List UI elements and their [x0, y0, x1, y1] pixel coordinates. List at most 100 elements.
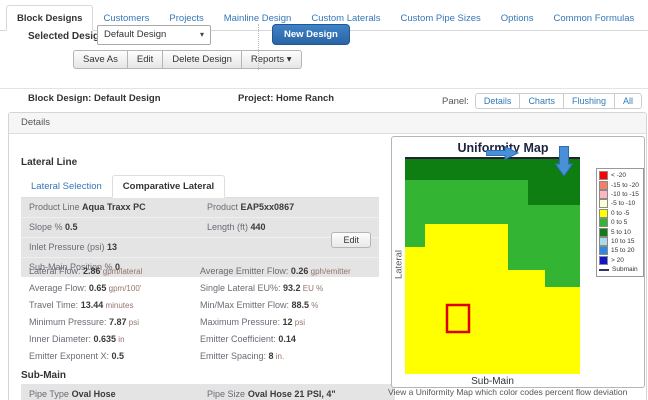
new-design-button[interactable]: New Design: [272, 24, 350, 45]
stat-cell: Emitter Exponent X: 0.5: [29, 351, 200, 362]
emitter-coefficient-label: Emitter Coefficient:: [200, 334, 278, 344]
tab-help[interactable]: Help: [644, 6, 648, 30]
slope-label: Slope %: [29, 222, 65, 232]
block-design-info: Block Design: Default Design: [28, 93, 161, 104]
legend-label: -5 to -10: [611, 200, 635, 207]
legend-label: Submain: [612, 266, 638, 273]
average-emitter-flow-unit: gph/emitter: [308, 267, 350, 276]
slope-value: 0.5: [65, 222, 78, 232]
min-max-emitter-flow-label: Min/Max Emitter Flow:: [200, 300, 292, 310]
single-lateral-eu-unit: EU %: [301, 284, 324, 293]
info-bar: Block Design: Default Design Project: Ho…: [0, 93, 648, 111]
tab-common-formulas[interactable]: Common Formulas: [544, 6, 645, 30]
minimum-pressure-unit: psi: [127, 318, 139, 327]
legend-item-20: < -20: [599, 171, 641, 180]
design-dropdown[interactable]: Default Design ▾: [97, 25, 211, 45]
maximum-pressure-unit: psi: [293, 318, 305, 327]
lateral-flow-value: 2.86: [83, 266, 101, 276]
legend-label: < -20: [611, 172, 626, 179]
tab-options[interactable]: Options: [491, 6, 544, 30]
average-flow-label: Average Flow:: [29, 283, 89, 293]
submain-axis-label: Sub-Main: [405, 376, 580, 387]
lateral-tab-bar: Lateral SelectionComparative Lateral: [21, 175, 379, 198]
inner-diameter-label: Inner Diameter:: [29, 334, 94, 344]
single-lateral-eu-label: Single Lateral EU%:: [200, 283, 283, 293]
emitter-coefficient-value: 0.14: [278, 334, 296, 344]
legend-label: 5 to 10: [611, 229, 631, 236]
delete-design-button[interactable]: Delete Design: [162, 50, 242, 69]
minimum-pressure-label: Minimum Pressure:: [29, 317, 109, 327]
panel-button-all[interactable]: All: [614, 93, 642, 109]
length-ft-value: 440: [251, 222, 266, 232]
stat-cell: Travel Time: 13.44 minutes: [29, 300, 200, 311]
app-window: Block DesignsCustomersProjectsMainline D…: [0, 0, 648, 400]
panel-button-group: DetailsChartsFlushingAll: [475, 93, 642, 109]
emitter-spacing-unit: in.: [274, 352, 285, 361]
legend-item-10-to-15: 10 to 15: [599, 237, 641, 246]
legend-item-15-to-20: -15 to -20: [599, 180, 641, 189]
stat-cell: Maximum Pressure: 12 psi: [200, 317, 371, 328]
panel-label: Panel:: [442, 96, 469, 107]
legend-item-10-to-15: -10 to -15: [599, 190, 641, 199]
min-max-emitter-flow-value: 88.5: [292, 300, 310, 310]
legend-swatch-icon: [599, 209, 608, 218]
block-design-label: Block Design:: [28, 93, 91, 104]
stat-row: Minimum Pressure: 7.87 psiMaximum Pressu…: [21, 314, 379, 331]
reports-button[interactable]: Reports ▾: [241, 50, 302, 69]
legend-item-5-to-10: 5 to 10: [599, 227, 641, 236]
panel-button-charts[interactable]: Charts: [519, 93, 564, 109]
stat-row: Lateral Flow: 2.86 gpm/lateralAverage Em…: [21, 263, 379, 280]
average-flow-unit: gpm/100': [106, 284, 141, 293]
legend-label: 0 to -5: [611, 210, 629, 217]
min-max-emitter-flow-unit: %: [309, 301, 318, 310]
panel-switch: Panel: DetailsChartsFlushingAll: [442, 93, 642, 109]
stat-cell: Average Emitter Flow: 0.26 gph/emitter: [200, 266, 371, 277]
legend-swatch-icon: [599, 190, 608, 199]
product-value: EAP5xx0867: [241, 202, 295, 212]
project-label: Project:: [238, 93, 273, 104]
edit-button[interactable]: Edit: [127, 50, 163, 69]
travel-time-unit: minutes: [103, 301, 133, 310]
panel-button-flushing[interactable]: Flushing: [563, 93, 615, 109]
legend-swatch-icon: [599, 237, 608, 246]
legend-label: 15 to 20: [611, 247, 635, 254]
flow-right-arrow-icon: [486, 146, 519, 160]
tab-block-designs[interactable]: Block Designs: [6, 5, 93, 31]
uniformity-legend: < -20 -15 to -20-10 to -15-5 to -10 0 to -…: [596, 168, 644, 277]
legend-item-20: > 20: [599, 256, 641, 265]
uniformity-map[interactable]: [405, 157, 580, 374]
details-panel-header: Details: [9, 113, 646, 134]
average-flow-value: 0.65: [89, 283, 107, 293]
legend-label: -15 to -20: [611, 182, 639, 189]
legend-swatch-icon: [599, 246, 608, 255]
pipe-type-cell: Pipe Type Oval Hose: [29, 389, 207, 400]
legend-swatch-icon: [599, 256, 608, 265]
form-row: Slope % 0.5Length (ft) 440: [21, 218, 379, 238]
uniformity-caption: View a Uniformity Map which color codes …: [388, 387, 642, 400]
panel-button-details[interactable]: Details: [475, 93, 521, 109]
stat-cell: Minimum Pressure: 7.87 psi: [29, 317, 200, 328]
save-as-button[interactable]: Save As: [73, 50, 128, 69]
legend-swatch-icon: [599, 199, 608, 208]
travel-time-label: Travel Time:: [29, 300, 81, 310]
product-label: Product: [207, 202, 241, 212]
tab-custom-pipe-sizes[interactable]: Custom Pipe Sizes: [391, 6, 491, 30]
tab-lateral-selection[interactable]: Lateral Selection: [21, 176, 112, 197]
stat-row: Travel Time: 13.44 minutesMin/Max Emitte…: [21, 297, 379, 314]
stat-cell: Emitter Coefficient: 0.14: [200, 334, 371, 345]
travel-time-value: 13.44: [81, 300, 104, 310]
project-info: Project: Home Ranch: [238, 93, 334, 104]
block-design-value: Default Design: [94, 93, 161, 104]
submain-line-icon: [599, 269, 609, 271]
stat-cell: Lateral Flow: 2.86 gpm/lateral: [29, 266, 200, 277]
legend-item-0-to-5: 0 to -5: [599, 209, 641, 218]
design-dropdown-value: Default Design: [104, 26, 166, 44]
stat-cell: Inner Diameter: 0.635 in: [29, 334, 200, 345]
form-row: Inlet Pressure (psi) 13: [21, 238, 379, 258]
toolbar-divider: [258, 24, 259, 70]
design-actions-group: Save AsEditDelete DesignReports ▾: [73, 50, 302, 69]
pipe-size-value: Oval Hose 21 PSI, 4": [248, 389, 336, 399]
edit-button[interactable]: Edit: [331, 232, 371, 248]
single-lateral-eu-value: 93.2: [283, 283, 301, 293]
tab-comparative-lateral[interactable]: Comparative Lateral: [112, 175, 225, 198]
